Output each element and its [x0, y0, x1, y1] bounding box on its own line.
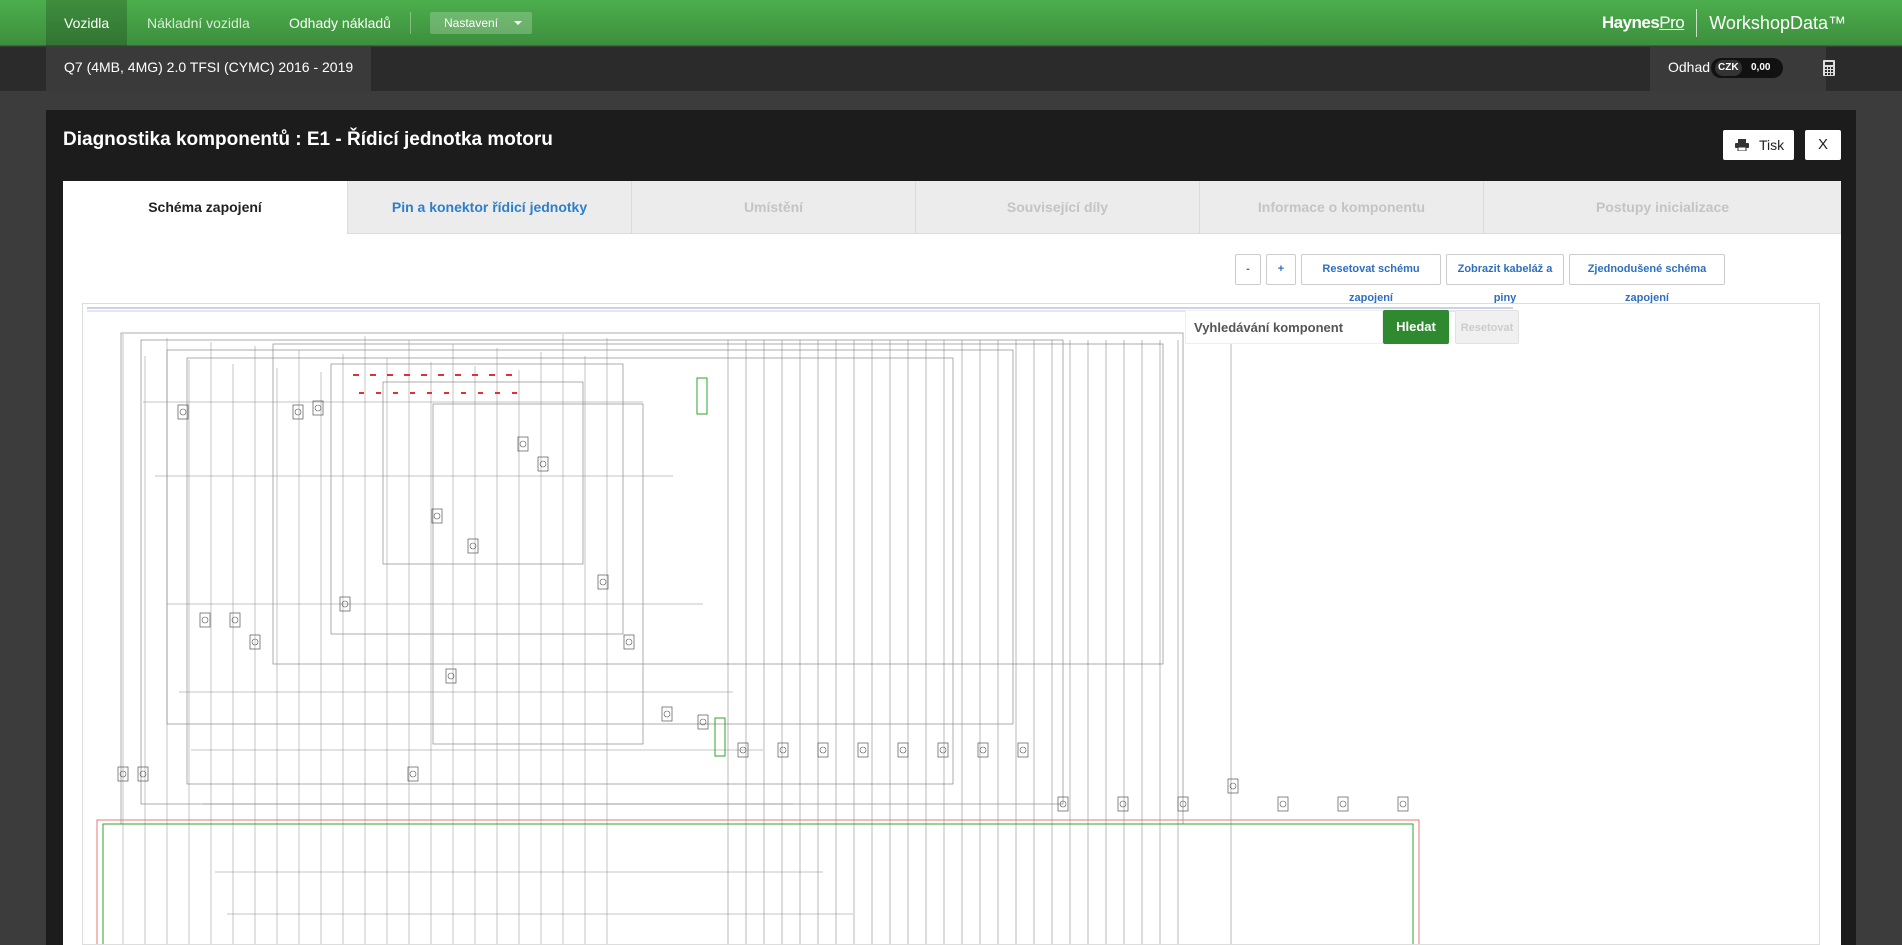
- close-button[interactable]: X: [1805, 130, 1841, 160]
- simplified-diagram-button[interactable]: Zjednodušené schéma zapojení: [1569, 254, 1725, 304]
- wiring-diagram-svg[interactable]: [83, 304, 1820, 945]
- printer-icon: [1735, 139, 1749, 151]
- modal-panel: Schéma zapojení Pin a konektor řídicí je…: [63, 181, 1841, 945]
- settings-label: Nastavení: [444, 16, 499, 30]
- caret-down-icon: [514, 21, 523, 25]
- top-navigation: Vozidla Nákladní vozidla Odhady nákladů …: [0, 0, 1902, 46]
- search-button[interactable]: Hledat: [1383, 310, 1449, 344]
- tab-wiring-diagram[interactable]: Schéma zapojení: [63, 181, 347, 234]
- component-search-input[interactable]: [1185, 310, 1383, 344]
- modal-title: Diagnostika komponentů : E1 - Řídicí jed…: [63, 129, 553, 150]
- vehicle-bar: Q7 (4MB, 4MG) 2.0 TFSI (CYMC) 2016 - 201…: [0, 47, 1902, 91]
- nav-divider: [410, 12, 411, 34]
- tab-related-parts: Související díly: [915, 181, 1199, 234]
- estimate-label: Odhad: [1668, 59, 1711, 75]
- print-button[interactable]: Tisk: [1723, 130, 1794, 160]
- zoom-out-button[interactable]: -: [1235, 254, 1261, 285]
- tab-initialization: Postupy inicializace: [1483, 181, 1841, 234]
- reset-search-button: Resetovat: [1455, 310, 1519, 344]
- component-diagnostics-modal: Diagnostika komponentů : E1 - Řídicí jed…: [46, 110, 1856, 945]
- tab-component-info: Informace o komponentu: [1199, 181, 1483, 234]
- reset-diagram-button[interactable]: Resetovat schému zapojení: [1301, 254, 1441, 304]
- tab-bar: Schéma zapojení Pin a konektor řídicí je…: [63, 181, 1841, 234]
- nav-estimates[interactable]: Odhady nákladů: [271, 0, 409, 46]
- estimate-widget[interactable]: Odhad CZK 0,00: [1650, 47, 1826, 91]
- tab-ecu-pins[interactable]: Pin a konektor řídicí jednotky: [347, 181, 631, 234]
- zoom-in-button[interactable]: +: [1266, 254, 1296, 285]
- estimate-currency: CZK: [1715, 60, 1742, 76]
- estimate-value-pill: CZK 0,00: [1711, 58, 1783, 78]
- haynespro-logo: HaynesPro: [1601, 13, 1685, 32]
- brand-logo: HaynesPro WorkshopData™: [1602, 0, 1846, 46]
- tab-location: Umístění: [631, 181, 915, 234]
- calculator-icon[interactable]: [1822, 59, 1836, 77]
- show-harness-button[interactable]: Zobrazit kabeláž a piny: [1446, 254, 1564, 304]
- nav-vehicles[interactable]: Vozidla: [46, 0, 128, 46]
- workshopdata-logo: WorkshopData™: [1709, 12, 1846, 33]
- settings-dropdown[interactable]: Nastavení: [430, 12, 533, 34]
- nav-trucks[interactable]: Nákladní vozidla: [129, 0, 268, 46]
- estimate-value: 0,00: [1751, 62, 1771, 73]
- vehicle-title[interactable]: Q7 (4MB, 4MG) 2.0 TFSI (CYMC) 2016 - 201…: [46, 47, 372, 91]
- brand-divider: [1696, 9, 1698, 37]
- print-label: Tisk: [1759, 137, 1785, 153]
- wiring-diagram-canvas[interactable]: Hledat Resetovat: [82, 303, 1820, 945]
